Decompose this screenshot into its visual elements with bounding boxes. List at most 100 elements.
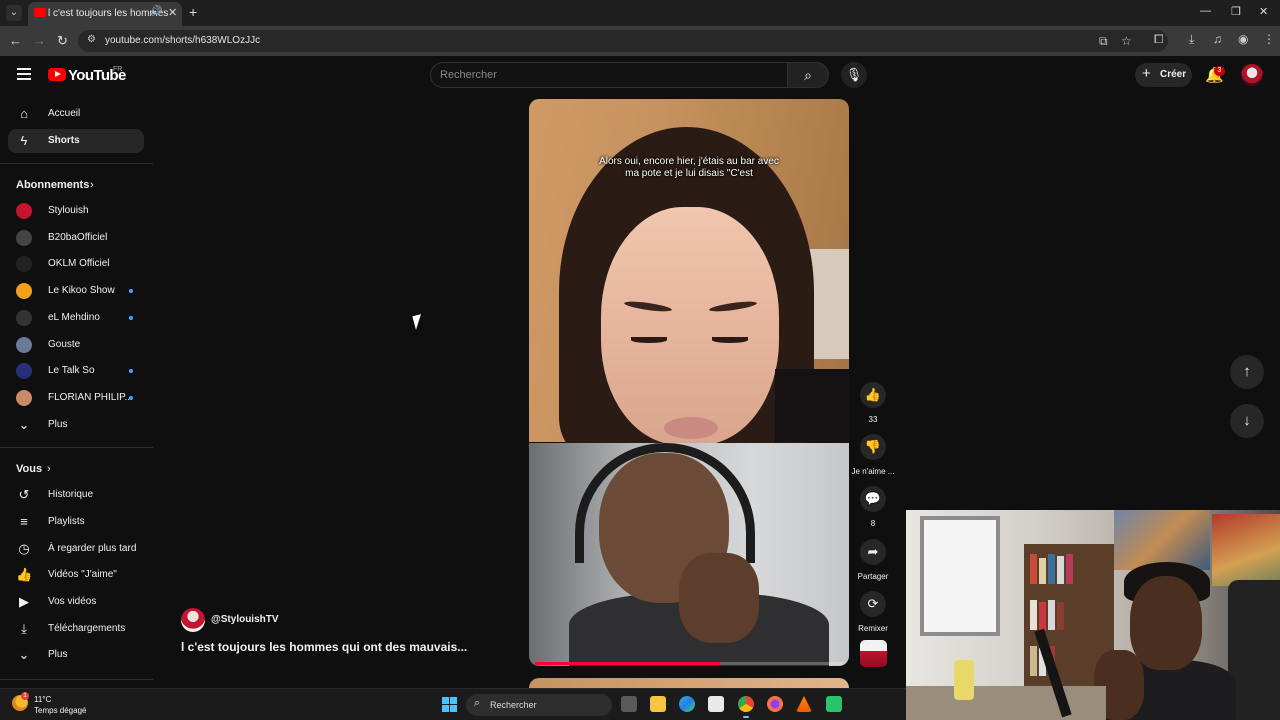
microsoft-store-icon[interactable] <box>708 696 724 712</box>
browser-tab-bar: ⌄ l c'est toujours les hommes qui ont de… <box>0 0 1280 26</box>
reload-icon[interactable]: ↻ <box>57 33 68 49</box>
chevron-right-icon[interactable]: › <box>47 463 51 475</box>
install-app-icon[interactable]: ⧉ <box>1099 34 1108 49</box>
sidebar-item-liked-videos[interactable]: 👍 Vidéos "J'aime" <box>8 563 144 587</box>
search-box <box>430 62 788 88</box>
sidebar-subscription-item[interactable]: OKLM Officiel <box>8 252 144 276</box>
sidebar-item-downloads[interactable]: ⤓ Téléchargements <box>8 617 144 641</box>
weather-badge: 1 <box>21 692 29 700</box>
sidebar-item-label: Accueil <box>48 108 81 119</box>
create-label: Créer <box>1160 69 1187 80</box>
short-title[interactable]: l c'est toujours les hommes qui ont des … <box>181 640 467 654</box>
watch-later-icon: ◷ <box>18 541 30 556</box>
previous-short-button[interactable]: ↑ <box>1230 355 1264 389</box>
comments-button[interactable]: 💬 <box>860 486 886 512</box>
account-avatar[interactable] <box>1241 64 1263 86</box>
search-input[interactable] <box>440 67 770 83</box>
sidebar-item-label: Plus <box>48 419 68 430</box>
share-button[interactable]: ➦ <box>860 539 886 565</box>
windows-start-icon[interactable] <box>442 697 457 712</box>
browser-menu-icon[interactable]: ⋮ <box>1263 32 1275 46</box>
sidebar-item-your-videos[interactable]: ▶ Vos vidéos <box>8 590 144 614</box>
taskbar-search-label: Rechercher <box>490 700 537 710</box>
short-video-player[interactable]: Alors oui, encore hier, j'étais au bar a… <box>529 99 849 666</box>
like-button[interactable]: 👍 <box>860 382 886 408</box>
thumbs-up-icon: 👍 <box>864 387 882 402</box>
sidebar-item-home[interactable]: ⌂ Accueil <box>8 102 144 126</box>
app-icon[interactable] <box>826 696 842 712</box>
forward-icon[interactable]: → <box>33 33 46 48</box>
url-text: youtube.com/shorts/h638WLOzJJc <box>105 35 261 46</box>
downloads-icon[interactable]: ⤓ <box>1189 32 1194 47</box>
sidebar-you-more[interactable]: ⌄ Plus <box>8 643 144 667</box>
sidebar-item-label: B20baOfficiel <box>48 231 108 243</box>
new-tab-button[interactable]: + <box>189 4 197 20</box>
like-count: 33 <box>868 415 878 424</box>
weather-description[interactable]: Temps dégagé <box>34 706 86 715</box>
tab-search-button[interactable]: ⌄ <box>6 5 22 21</box>
sidebar-subscription-item[interactable]: B20baOfficiel <box>8 226 144 250</box>
sidebar-item-playlists[interactable]: ≡ Playlists <box>8 510 144 534</box>
channel-avatar[interactable] <box>181 608 205 632</box>
profile-icon[interactable]: ◉ <box>1238 32 1248 46</box>
hamburger-menu-icon[interactable] <box>17 68 31 80</box>
sidebar-item-shorts[interactable]: ϟ Shorts <box>8 129 144 153</box>
edge-browser-icon[interactable] <box>679 696 695 712</box>
speaker-icon[interactable]: 🔊 <box>150 6 162 17</box>
search-button[interactable]: ⌕ <box>787 62 829 88</box>
taskbar-search[interactable]: ⌕ Rechercher <box>466 694 612 716</box>
restore-button[interactable]: ❐ <box>1231 5 1241 18</box>
chrome-icon[interactable] <box>738 696 754 718</box>
remix-icon: ⟳ <box>867 596 879 611</box>
sidebar-subscriptions-more[interactable]: ⌄ Plus <box>8 413 144 437</box>
channel-thumbnail[interactable] <box>860 640 887 667</box>
bookmark-star-icon[interactable]: ☆ <box>1121 34 1132 48</box>
sidebar-item-watch-later[interactable]: ◷ À regarder plus tard <box>8 537 144 561</box>
remix-button[interactable]: ⟳ <box>860 591 886 617</box>
notification-badge: 3 <box>1214 66 1225 76</box>
sidebar-item-label: À regarder plus tard <box>48 543 137 554</box>
sidebar-subscription-item[interactable]: Gouste <box>8 333 144 357</box>
dislike-button[interactable]: 👎 <box>860 434 886 460</box>
omnibox[interactable]: ⚙ youtube.com/shorts/h638WLOzJJc ⧉ ☆ <box>78 30 1168 52</box>
sidebar-subscription-item[interactable]: Stylouish <box>8 199 144 223</box>
video-frame-top <box>529 99 849 457</box>
firefox-icon[interactable] <box>767 696 783 712</box>
channel-avatar <box>16 229 32 246</box>
file-explorer-icon[interactable] <box>650 696 666 712</box>
next-short-button[interactable]: ↓ <box>1230 404 1264 438</box>
channel-avatar <box>16 283 32 300</box>
sidebar-subscription-item[interactable]: Le Kikoo Show <box>8 279 144 303</box>
sidebar-item-history[interactable]: ↺ Historique <box>8 483 144 507</box>
close-tab-icon[interactable]: ✕ <box>168 6 177 19</box>
voice-search-button[interactable]: 🎙 <box>841 62 867 88</box>
back-icon[interactable]: ← <box>9 33 22 48</box>
playlists-icon: ≡ <box>20 514 28 529</box>
shorts-icon: ϟ <box>20 133 28 148</box>
microphone-icon: 🎙 <box>845 67 863 82</box>
extensions-icon[interactable]: ⧠ <box>1154 32 1164 47</box>
create-button[interactable]: + Créer <box>1135 63 1192 87</box>
sidebar-subscription-item[interactable]: eL Mehdino <box>8 306 144 330</box>
chevron-right-icon[interactable]: › <box>90 179 94 191</box>
youtube-logo-icon[interactable] <box>48 68 66 81</box>
sidebar-subscription-item[interactable]: Le Talk So <box>8 359 144 383</box>
you-title[interactable]: Vous <box>16 463 42 475</box>
channel-name[interactable]: @StylouishTV <box>211 614 279 625</box>
your-videos-icon: ▶ <box>19 594 29 609</box>
media-control-icon[interactable]: ♫ <box>1213 32 1222 46</box>
site-info-icon[interactable]: ⚙ <box>87 34 96 45</box>
task-view-icon[interactable] <box>621 696 637 712</box>
history-icon: ↺ <box>18 487 30 502</box>
region-code: FR <box>113 66 123 73</box>
sidebar-subscription-item[interactable]: FLORIAN PHILIP... <box>8 386 144 410</box>
remix-label: Remixer <box>858 624 888 633</box>
minimize-button[interactable]: — <box>1200 5 1211 17</box>
sidebar-divider <box>0 447 153 448</box>
close-window-button[interactable]: ✕ <box>1259 5 1268 18</box>
dislike-label: Je n'aime ... <box>851 467 895 476</box>
browser-tab[interactable]: l c'est toujours les hommes qui ont des … <box>28 2 182 26</box>
vlc-icon[interactable] <box>796 696 812 712</box>
subscriptions-title[interactable]: Abonnements <box>16 179 89 191</box>
weather-temperature[interactable]: 11°C <box>34 695 51 704</box>
